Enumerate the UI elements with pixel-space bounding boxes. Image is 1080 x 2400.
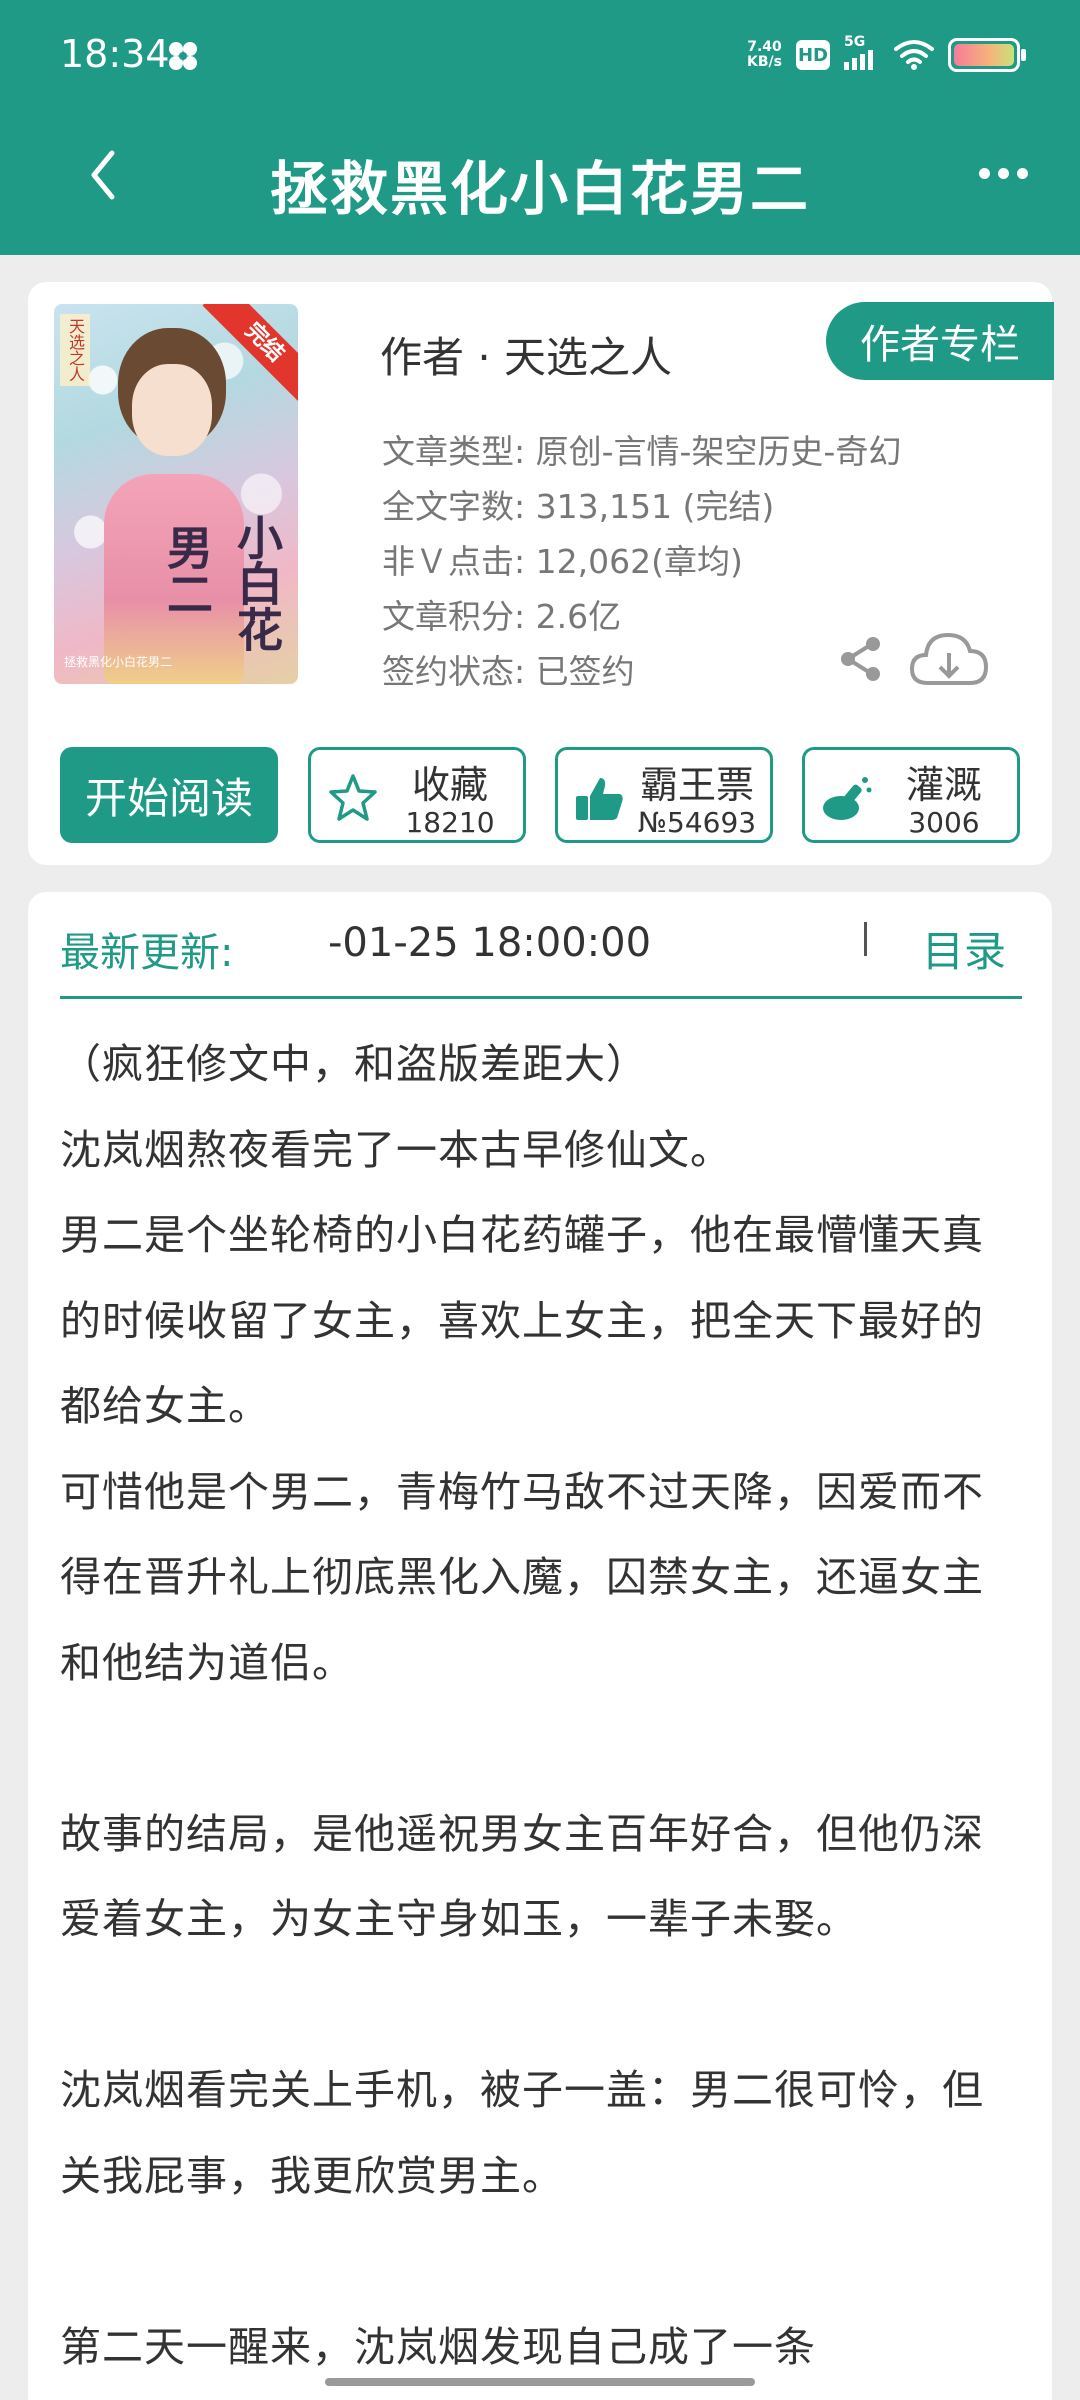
meta-sign-status: 签约状态: 已签约 <box>382 652 635 691</box>
author-column-button[interactable]: 作者专栏 <box>826 302 1054 380</box>
synopsis-paragraph: （疯狂修文中，和盗版差距大） <box>60 1040 648 1088</box>
favorite-button[interactable]: 收藏 18210 <box>308 747 526 843</box>
page-title: 拯救黑化小白花男二 <box>269 155 810 223</box>
ticket-label: 霸王票 <box>639 763 754 807</box>
cover-subline: 拯救黑化小白花男二 <box>64 655 173 669</box>
meta-clicks: 非Ｖ点击: 12,062(章均) <box>382 542 743 581</box>
nutrient-count: 3006 <box>908 806 980 839</box>
net-speed-unit: KB/s <box>747 54 782 70</box>
cover-author-tag: 天选之人 <box>60 314 90 386</box>
synopsis-text: （疯狂修文中，和盗版差距大） 沈岚烟熬夜看完了一本古早修仙文。 男二是个坐轮椅的… <box>60 1022 1020 2390</box>
more-menu-icon[interactable] <box>979 168 1028 179</box>
thumbs-up-icon <box>576 778 623 820</box>
status-icons: 7.40 KB/s HD 5G <box>747 34 1026 76</box>
latest-update-time[interactable]: -01-25 18:00:00 <box>328 920 651 966</box>
home-indicator[interactable] <box>325 2378 755 2386</box>
wifi-icon <box>894 40 934 70</box>
book-meta: 文章类型: 原创-言情-架空历史-奇幻 全文字数: 313,151 (完结) 非… <box>382 424 901 699</box>
battery-icon <box>948 38 1026 72</box>
nutrient-label: 灌溉 <box>905 763 982 807</box>
meta-word-count: 全文字数: 313,151 (完结) <box>382 487 775 526</box>
star-icon <box>329 774 377 821</box>
synopsis-paragraph <box>60 2219 1020 2305</box>
share-icon[interactable] <box>836 634 886 684</box>
top-bar: 18:34 7.40 KB/s HD 5G 拯救黑化小白花男二 <box>0 0 1080 255</box>
synopsis-paragraph: 沈岚烟熬夜看完了一本古早修仙文。 <box>60 1125 732 1174</box>
cloud-download-icon[interactable] <box>908 627 990 693</box>
header-divider <box>60 996 1022 999</box>
nutrient-button[interactable]: 灌溉 3006 <box>802 747 1020 843</box>
synopsis-paragraph: 故事的结局，是他遥祝男女主百年好合，但他仍深爱着女主，为女主守身如玉，一辈子未娶… <box>60 1809 984 1944</box>
net-speed: 7.40 KB/s <box>747 40 782 70</box>
ticket-count: №54693 <box>637 806 757 839</box>
synopsis-paragraph <box>60 1963 1020 2049</box>
meta-score: 文章积分: 2.6亿 <box>382 597 622 636</box>
meta-type: 文章类型: 原创-言情-架空历史-奇幻 <box>382 432 902 471</box>
cellular-signal-icon: 5G <box>844 34 880 70</box>
cover-title-side: 男二 <box>160 524 214 616</box>
latest-update-label: 最新更新: <box>60 930 234 976</box>
start-reading-button[interactable]: 开始阅读 <box>60 747 278 843</box>
synopsis-card: 最新更新: -01-25 18:00:00 目录 （疯狂修文中，和盗版差距大） … <box>28 892 1052 2400</box>
status-bar: 18:34 7.40 KB/s HD 5G <box>0 0 1080 115</box>
author-name[interactable]: 作者 · 天选之人 <box>380 324 672 385</box>
cover-illustration <box>132 364 212 456</box>
net-speed-value: 7.40 <box>747 39 782 55</box>
divider-bar <box>864 922 867 956</box>
synopsis-paragraph: 沈岚烟看完关上手机，被子一盖：男二很可怜，但关我屁事，我更欣赏男主。 <box>60 2066 984 2200</box>
favorite-count: 18210 <box>405 806 495 839</box>
ticket-button[interactable]: 霸王票 №54693 <box>555 747 773 843</box>
synopsis-paragraph: 男二是个坐轮椅的小白花药罐子，他在最懵懂天真的时候收留了女主，喜欢上女主，把全天… <box>60 1211 984 1430</box>
book-info-card: 小白花 男二 完结 天选之人 拯救黑化小白花男二 作者 · 天选之人 作者专栏 … <box>28 282 1054 865</box>
synopsis-paragraph: 可惜他是个男二，青梅竹马敌不过天降，因爱而不得在晋升礼上彻底黑化入魔，囚禁女主，… <box>60 1467 984 1687</box>
status-time: 18:34 <box>60 32 170 76</box>
network-type: 5G <box>844 34 866 50</box>
hd-badge: HD <box>796 40 830 70</box>
book-cover[interactable]: 小白花 男二 完结 天选之人 拯救黑化小白花男二 <box>54 304 298 684</box>
bottle-icon <box>823 777 872 820</box>
cover-title-main: 小白花 <box>230 514 284 652</box>
pinwheel-icon <box>169 42 197 70</box>
favorite-label: 收藏 <box>411 763 488 807</box>
synopsis-paragraph <box>60 1706 1020 1792</box>
table-of-contents-button[interactable]: 目录 <box>922 918 1006 979</box>
